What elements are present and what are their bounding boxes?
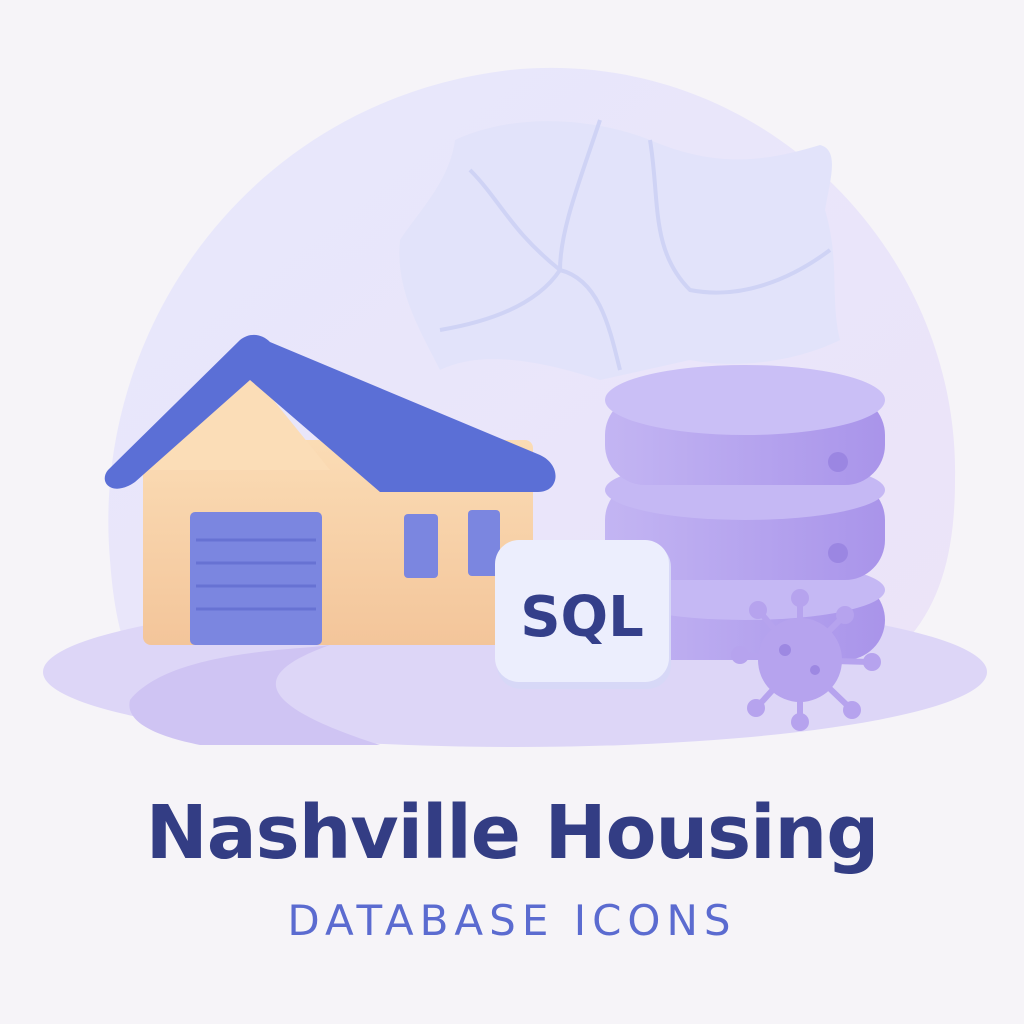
page-subtitle: DATABASE ICONS xyxy=(287,896,737,945)
page-title: Nashville Housing xyxy=(145,790,879,876)
sql-badge: SQL xyxy=(495,540,671,689)
map-icon xyxy=(399,119,840,380)
sql-badge-label: SQL xyxy=(520,585,644,650)
